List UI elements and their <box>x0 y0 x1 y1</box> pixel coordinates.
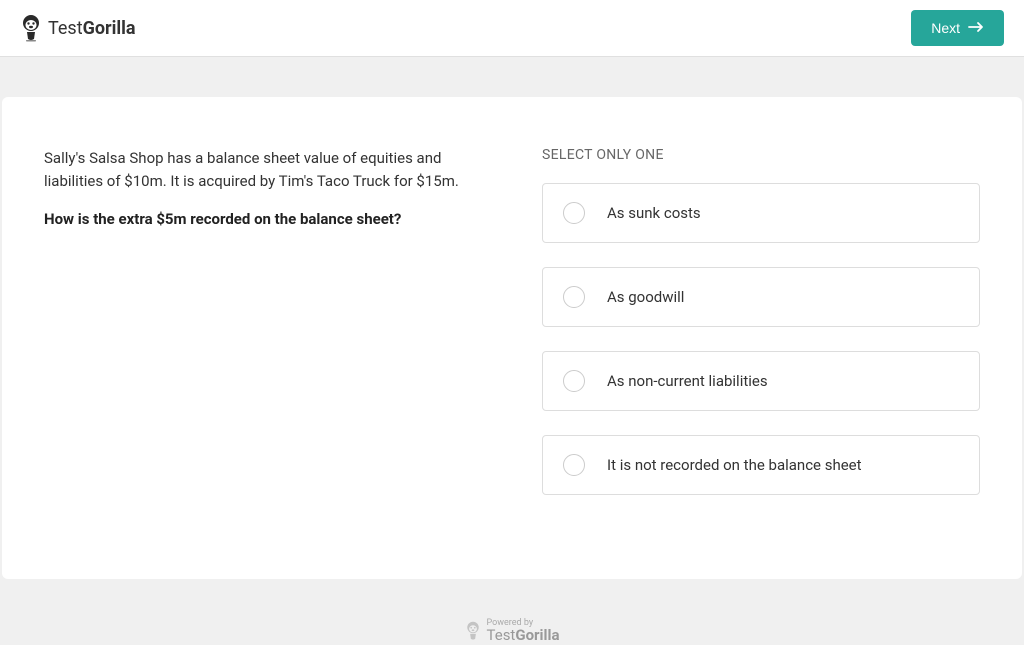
answer-option-2[interactable]: As non-current liabilities <box>542 351 980 411</box>
next-button[interactable]: Next <box>911 10 1004 46</box>
answers-column: SELECT ONLY ONE As sunk costs As goodwil… <box>542 147 980 519</box>
answer-option-0[interactable]: As sunk costs <box>542 183 980 243</box>
footer: Powered by TestGorilla <box>0 579 1024 645</box>
brand-name: TestGorilla <box>48 18 136 39</box>
answer-instruction: SELECT ONLY ONE <box>542 147 980 163</box>
next-button-label: Next <box>931 20 960 36</box>
header: TestGorilla Next <box>0 0 1024 57</box>
powered-text: Powered by TestGorilla <box>487 619 560 643</box>
answer-option-3[interactable]: It is not recorded on the balance sheet <box>542 435 980 495</box>
question-prompt: How is the extra $5m recorded on the bal… <box>44 210 482 228</box>
question-card: Sally's Salsa Shop has a balance sheet v… <box>2 97 1022 579</box>
answer-option-label: As non-current liabilities <box>607 372 768 390</box>
brand-logo: TestGorilla <box>20 14 136 42</box>
arrow-right-icon <box>968 20 984 36</box>
radio-icon <box>563 370 585 392</box>
answer-option-label: It is not recorded on the balance sheet <box>607 456 862 474</box>
question-intro: Sally's Salsa Shop has a balance sheet v… <box>44 147 482 192</box>
answer-option-label: As sunk costs <box>607 204 701 222</box>
answer-option-1[interactable]: As goodwill <box>542 267 980 327</box>
powered-by-badge: Powered by TestGorilla <box>465 619 560 643</box>
gorilla-icon <box>465 621 481 641</box>
content-area: Sally's Salsa Shop has a balance sheet v… <box>0 57 1024 579</box>
radio-icon <box>563 286 585 308</box>
gorilla-icon <box>20 14 42 42</box>
powered-brand: TestGorilla <box>487 628 560 643</box>
radio-icon <box>563 202 585 224</box>
radio-icon <box>563 454 585 476</box>
question-column: Sally's Salsa Shop has a balance sheet v… <box>44 147 482 519</box>
answer-option-label: As goodwill <box>607 288 684 306</box>
